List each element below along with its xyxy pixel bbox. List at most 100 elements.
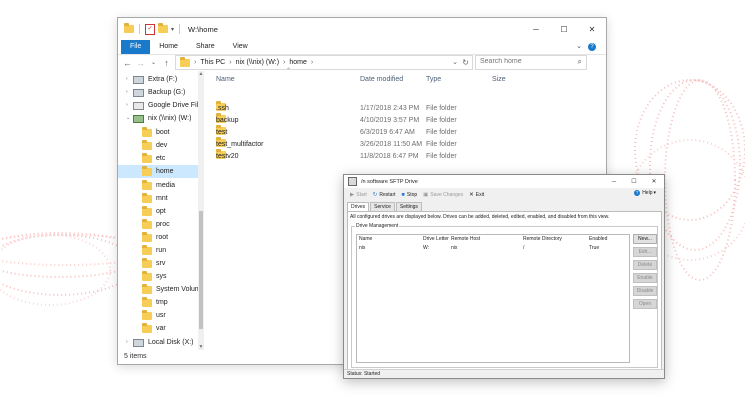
maximize-button[interactable]: ☐ <box>550 18 578 40</box>
address-bar[interactable]: › This PC › nix (\\nix) (W:) › home › ⌄ … <box>175 55 473 70</box>
save-changes-button[interactable]: ▣ Save Changes <box>423 192 463 198</box>
table-row[interactable]: .ssh 1/17/2018 2:43 PM File folder <box>210 101 598 115</box>
exit-button[interactable]: ✕ Exit <box>469 192 484 198</box>
expand-arrow-icon[interactable]: › <box>126 86 133 99</box>
scroll-up-icon[interactable]: ▲ <box>198 71 204 77</box>
column-header-name[interactable]: Name <box>216 73 235 87</box>
column-header-date-modified[interactable]: Date modified <box>360 73 403 87</box>
sftp-close-button[interactable]: ✕ <box>644 175 664 188</box>
nav-item-opt[interactable]: opt <box>126 205 166 218</box>
expand-arrow-icon[interactable]: › <box>126 336 133 349</box>
expand-arrow-icon[interactable]: › <box>126 99 133 112</box>
nav-item-boot[interactable]: boot <box>126 126 170 139</box>
nav-item-usr[interactable]: usr <box>126 309 166 322</box>
scroll-down-icon[interactable]: ▼ <box>198 344 204 350</box>
folder-icon <box>142 283 152 294</box>
column-header-name[interactable]: Name <box>359 236 372 242</box>
expand-ribbon-icon[interactable]: ⌄ <box>576 42 582 50</box>
remote-directory: / <box>523 245 525 251</box>
open-drive-button[interactable]: Open <box>633 299 657 309</box>
help-icon: ? <box>634 190 641 196</box>
recent-locations-chevron-icon[interactable]: ⌄ <box>147 59 160 66</box>
folder-icon <box>142 309 152 320</box>
forward-arrow-icon[interactable]: → <box>134 58 147 68</box>
nav-item-etc[interactable]: etc <box>126 152 165 165</box>
nav-item-var[interactable]: var <box>126 322 166 335</box>
tab-settings[interactable]: Settings <box>395 202 422 211</box>
minimize-button[interactable]: ─ <box>522 18 550 40</box>
tab-drives[interactable]: Drives <box>347 202 370 211</box>
sort-caret-icon: ⌃ <box>286 68 292 74</box>
nav-item-extra-drive[interactable]: › Extra (F:) <box>126 73 177 86</box>
table-row[interactable]: testv20 11/8/2018 6:47 PM File folder <box>210 149 598 163</box>
nav-item-sys[interactable]: sys <box>126 270 167 283</box>
tab-view[interactable]: View <box>224 40 257 54</box>
column-header-drive-letter[interactable]: Drive Letter <box>423 236 449 242</box>
nav-item-root[interactable]: root <box>126 231 168 244</box>
breadcrumb-home[interactable]: home <box>289 59 307 66</box>
nav-item-run[interactable]: run <box>126 244 166 257</box>
search-input[interactable] <box>476 56 570 67</box>
address-dropdown-icon[interactable]: ⌄ <box>452 56 458 69</box>
new-drive-button[interactable]: New... <box>633 234 657 244</box>
delete-drive-button[interactable]: Delete <box>633 260 657 270</box>
chevron-right-icon[interactable]: › <box>229 59 231 66</box>
help-icon[interactable]: ? <box>588 43 596 51</box>
expand-arrow-icon[interactable]: › <box>126 73 133 86</box>
enable-drive-button[interactable]: Enable <box>633 273 657 283</box>
nav-item-mnt[interactable]: mnt <box>126 192 168 205</box>
new-folder-icon[interactable] <box>158 23 168 33</box>
close-button[interactable]: ✕ <box>578 18 606 40</box>
sftp-tabs: Drives Service Settings <box>347 202 423 211</box>
nav-item-nix-drive[interactable]: ⌄ nix (\\nix) (W:) <box>126 112 191 125</box>
table-row[interactable]: backup 4/10/2019 3:57 PM File folder <box>210 113 598 127</box>
column-header-type[interactable]: Type <box>426 73 441 87</box>
drive-icon <box>133 338 144 347</box>
tab-share[interactable]: Share <box>187 40 224 54</box>
restart-button[interactable]: ↻ Restart <box>373 192 396 198</box>
nav-item-home[interactable]: home <box>118 165 204 178</box>
breadcrumb-this-pc[interactable]: This PC <box>200 59 225 66</box>
column-header-remote-directory[interactable]: Remote Directory <box>523 236 562 242</box>
nav-item-dev[interactable]: dev <box>126 139 167 152</box>
scrollbar-thumb[interactable] <box>199 211 203 329</box>
sftp-maximize-button[interactable]: ☐ <box>624 175 644 188</box>
stop-label: Stop <box>406 191 418 198</box>
refresh-icon[interactable]: ↻ <box>462 56 469 69</box>
tab-service[interactable]: Service <box>370 202 395 211</box>
breadcrumb-nix-drive[interactable]: nix (\\nix) (W:) <box>236 59 279 66</box>
properties-icon[interactable]: ✓ <box>145 23 155 35</box>
table-row[interactable]: test_multifactor 3/26/2018 11:50 AM File… <box>210 137 598 151</box>
tab-home[interactable]: Home <box>150 40 187 54</box>
stop-button[interactable]: ■ Stop <box>402 192 418 198</box>
file-name: test_multifactor <box>216 141 264 148</box>
disable-drive-button[interactable]: Disable <box>633 286 657 296</box>
back-arrow-icon[interactable]: ← <box>121 58 134 68</box>
nav-item-google-drive[interactable]: › Google Drive File <box>126 99 202 112</box>
nav-item-local-disk[interactable]: › Local Disk (X:) <box>126 336 194 349</box>
nav-item-media[interactable]: media <box>126 179 175 192</box>
table-row[interactable]: test 6/3/2019 6:47 AM File folder <box>210 125 598 139</box>
collapse-arrow-icon[interactable]: ⌄ <box>126 112 133 125</box>
drive-list[interactable]: Name Drive Letter Remote Host Remote Dir… <box>356 234 630 363</box>
edit-drive-button[interactable]: Edit... <box>633 247 657 257</box>
chevron-right-icon[interactable]: › <box>194 59 196 66</box>
nav-item-srv[interactable]: srv <box>126 257 165 270</box>
start-button[interactable]: ▶ Start <box>350 192 367 198</box>
quick-access-dropdown-icon[interactable]: ▾ <box>171 26 174 33</box>
tab-file[interactable]: File <box>121 40 151 54</box>
nav-item-proc[interactable]: proc <box>126 218 170 231</box>
chevron-right-icon[interactable]: › <box>311 59 313 66</box>
nav-item-system-volume[interactable]: System Volume <box>126 283 204 296</box>
navigation-scrollbar[interactable]: ▲ ▼ <box>198 71 204 350</box>
column-header-size[interactable]: Size <box>492 73 506 87</box>
up-arrow-icon[interactable]: ↑ <box>160 58 173 68</box>
nav-item-tmp[interactable]: tmp <box>126 296 168 309</box>
nav-item-backup-drive[interactable]: › Backup (G:) <box>126 86 185 99</box>
column-header-enabled[interactable]: Enabled <box>589 236 607 242</box>
column-header-remote-host[interactable]: Remote Host <box>451 236 480 242</box>
search-box[interactable]: ⌕ <box>475 55 587 70</box>
help-menu[interactable]: ? Help ▾ <box>634 190 656 196</box>
chevron-right-icon[interactable]: › <box>283 59 285 66</box>
sftp-minimize-button[interactable]: ─ <box>604 175 624 188</box>
